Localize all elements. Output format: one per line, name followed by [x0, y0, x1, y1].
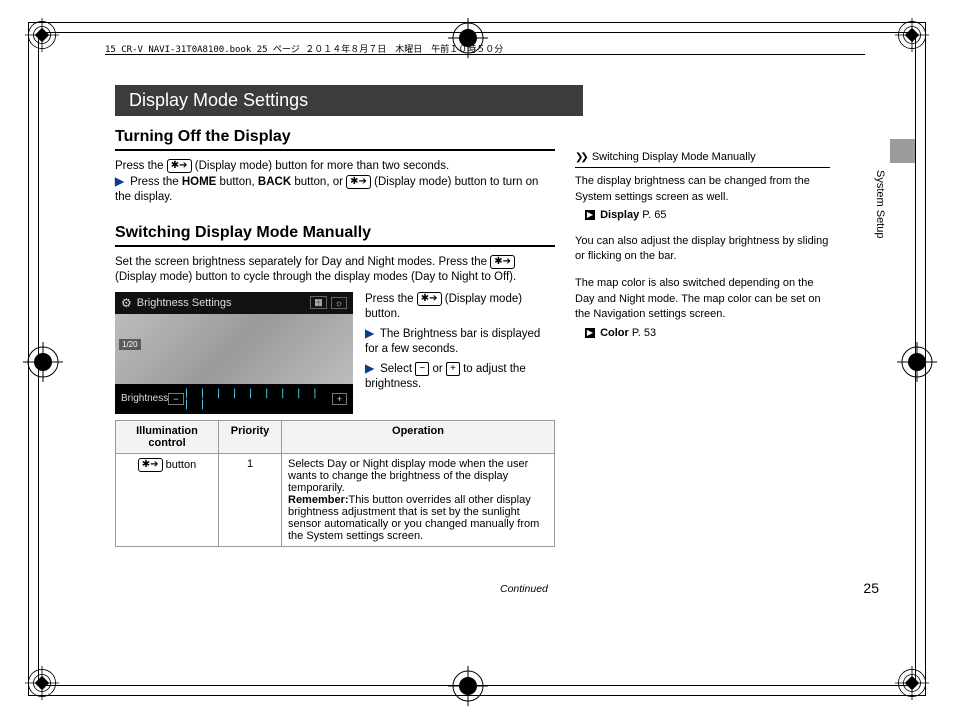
- text: (Display mode) button to cycle through t…: [115, 271, 516, 283]
- text: button,: [220, 176, 258, 188]
- crop-mark-mid-left: [23, 342, 57, 376]
- gear-icon: ⚙: [121, 296, 132, 310]
- crop-mark-top-right: [895, 18, 929, 52]
- text: button, or: [294, 176, 346, 188]
- text: The Brightness bar is displayed for a fe…: [365, 328, 540, 356]
- crop-mark-mid-bottom: [448, 666, 482, 700]
- col-illumination: Illumination control: [116, 420, 219, 453]
- back-label: BACK: [258, 176, 291, 188]
- section-tab-marker: [890, 139, 915, 163]
- remember-label: Remember:: [288, 494, 349, 506]
- sidebar-link1: ▶ Display P. 65: [585, 208, 830, 223]
- brightness-segments: | | | | | | | | | | |: [184, 388, 332, 410]
- brightness-bar: Brightness − | | | | | | | | | | | +: [115, 384, 353, 414]
- sidebar-title-text: Switching Display Mode Manually: [592, 151, 756, 163]
- sidebar-p2: You can also adjust the display brightne…: [575, 234, 830, 265]
- text: Press the: [115, 160, 167, 172]
- section-title-switching: Switching Display Mode Manually: [115, 224, 555, 247]
- col-priority: Priority: [219, 420, 282, 453]
- screenshot-and-steps: ⚙ Brightness Settings ▦ ☼ 1/20 Brightnes…: [115, 292, 555, 410]
- map-icon: ▦: [310, 296, 327, 309]
- chevron-icon: ❯❯: [575, 152, 586, 163]
- col-operation: Operation: [282, 420, 555, 453]
- display-mode-icon: ✱➔: [167, 159, 192, 173]
- brightness-label: Brightness: [121, 393, 168, 404]
- link-label: Display: [600, 209, 639, 221]
- page-title-bar: Display Mode Settings: [115, 85, 583, 116]
- sidebar-p3: The map color is also switched depending…: [575, 276, 830, 322]
- home-label: HOME: [182, 176, 217, 188]
- text: or: [432, 363, 445, 375]
- screenshot-header: ⚙ Brightness Settings ▦ ☼: [115, 292, 353, 314]
- header-rule: [105, 54, 865, 55]
- section-tab-label: System Setup: [874, 170, 886, 238]
- section2-intro: Set the screen brightness separately for…: [115, 255, 555, 286]
- sun-icon: ☼: [331, 297, 347, 309]
- cell-priority: 1: [219, 453, 282, 546]
- text: button: [163, 459, 197, 471]
- text: Selects Day or Night display mode when t…: [288, 458, 528, 494]
- table-row: ✱➔ button 1 Selects Day or Night display…: [116, 453, 555, 546]
- display-mode-icon: ✱➔: [346, 175, 371, 189]
- plus-button: +: [332, 393, 347, 405]
- link-page: P. 53: [632, 327, 656, 339]
- sidebar-link2: ▶ Color P. 53: [585, 326, 830, 341]
- crop-mark-bottom-left: [25, 666, 59, 700]
- sidebar-notes: ❯❯ Switching Display Mode Manually The d…: [575, 150, 830, 341]
- display-mode-icon: ✱➔: [417, 292, 442, 306]
- steps: Press the ✱➔ (Display mode) button. ▶ Th…: [365, 292, 555, 393]
- text: Set the screen brightness separately for…: [115, 256, 490, 268]
- minus-icon: −: [415, 362, 429, 376]
- step-c: ▶ Select − or + to adjust the brightness…: [365, 362, 555, 393]
- bullet-icon: ▶: [365, 363, 374, 375]
- operation-table: Illumination control Priority Operation …: [115, 420, 555, 547]
- sidebar-p1: The display brightness can be changed fr…: [575, 174, 830, 205]
- sidebar-title: ❯❯ Switching Display Mode Manually: [575, 150, 830, 168]
- date-badge: 1/20: [119, 339, 141, 350]
- crop-mark-top-left: [25, 18, 59, 52]
- link-label: Color: [600, 327, 629, 339]
- link-icon: ▶: [585, 328, 595, 338]
- map-preview: 1/20: [115, 314, 353, 384]
- screenshot-title: Brightness Settings: [137, 297, 232, 309]
- link-page: P. 65: [642, 209, 666, 221]
- cell-control: ✱➔ button: [116, 453, 219, 546]
- text: Select: [380, 363, 415, 375]
- crop-mark-mid-right: [897, 342, 931, 376]
- text: Press the: [130, 176, 182, 188]
- bullet-icon: ▶: [115, 176, 124, 188]
- section-title-turning-off: Turning Off the Display: [115, 128, 555, 151]
- step-a: Press the ✱➔ (Display mode) button.: [365, 292, 555, 323]
- brightness-screenshot: ⚙ Brightness Settings ▦ ☼ 1/20 Brightnes…: [115, 292, 353, 410]
- step-b: ▶ The Brightness bar is displayed for a …: [365, 327, 555, 358]
- minus-button: −: [168, 393, 183, 405]
- section1-line2: ▶ Press the HOME button, BACK button, or…: [115, 175, 555, 206]
- link-icon: ▶: [585, 210, 595, 220]
- page-number: 25: [863, 580, 879, 596]
- section1-line1: Press the ✱➔ (Display mode) button for m…: [115, 159, 555, 175]
- text: (Display mode) button for more than two …: [195, 160, 449, 172]
- continued-label: Continued: [500, 583, 548, 595]
- display-mode-icon: ✱➔: [490, 255, 515, 269]
- cell-operation: Selects Day or Night display mode when t…: [282, 453, 555, 546]
- crop-mark-bottom-right: [895, 666, 929, 700]
- bullet-icon: ▶: [365, 328, 374, 340]
- display-mode-icon: ✱➔: [138, 458, 163, 472]
- text: Press the: [365, 293, 417, 305]
- plus-icon: +: [446, 362, 460, 376]
- main-content: Turning Off the Display Press the ✱➔ (Di…: [115, 120, 555, 547]
